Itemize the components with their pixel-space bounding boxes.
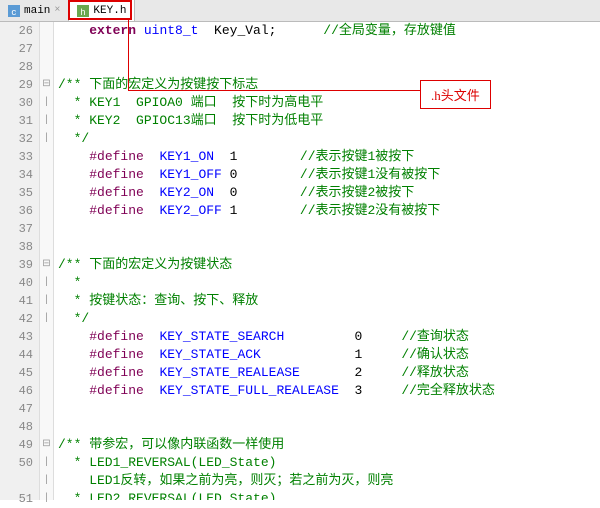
editor-area: 2627282930313233343536373839404142434445… xyxy=(0,22,600,500)
fold-marker xyxy=(40,58,53,76)
fold-marker: | xyxy=(40,292,53,310)
code-line[interactable] xyxy=(58,418,600,436)
line-number: 29 xyxy=(0,76,33,94)
close-icon[interactable]: × xyxy=(54,5,60,16)
line-number xyxy=(0,472,33,490)
svg-text:h: h xyxy=(81,8,86,17)
code-line[interactable]: * KEY1 GPIOA0 端口 按下时为高电平 xyxy=(58,94,600,112)
code-line[interactable]: #define KEY_STATE_FULL_REALEASE 3 //完全释放… xyxy=(58,382,600,400)
line-number: 44 xyxy=(0,346,33,364)
line-number: 27 xyxy=(0,40,33,58)
fold-gutter: ⊟|||⊟|||⊟||| xyxy=(40,22,54,500)
code-line[interactable] xyxy=(58,238,600,256)
callout-text: .h头文件 xyxy=(431,88,480,103)
fold-marker[interactable]: ⊟ xyxy=(40,76,53,94)
fold-marker[interactable]: ⊟ xyxy=(40,436,53,454)
code-line[interactable]: * LED2_REVERSAL(LED_State) xyxy=(58,490,600,500)
fold-marker: | xyxy=(40,94,53,112)
line-number: 39 xyxy=(0,256,33,274)
fold-marker xyxy=(40,418,53,436)
line-number: 37 xyxy=(0,220,33,238)
fold-marker: | xyxy=(40,310,53,328)
code-line[interactable]: #define KEY2_ON 0 //表示按键2被按下 xyxy=(58,184,600,202)
line-number: 42 xyxy=(0,310,33,328)
code-line[interactable]: /** 下面的宏定义为按键状态 xyxy=(58,256,600,274)
code-line[interactable]: * KEY2 GPIOC13端口 按下时为低电平 xyxy=(58,112,600,130)
fold-marker xyxy=(40,346,53,364)
line-number: 28 xyxy=(0,58,33,76)
svg-text:c: c xyxy=(11,8,16,17)
code-line[interactable]: extern uint8_t Key_Val; //全局变量，存放键值 xyxy=(58,22,600,40)
annotation-arrow xyxy=(128,20,129,90)
tab-label: KEY.h xyxy=(93,5,126,17)
line-number: 43 xyxy=(0,328,33,346)
code-line[interactable]: #define KEY_STATE_ACK 1 //确认状态 xyxy=(58,346,600,364)
fold-marker: | xyxy=(40,112,53,130)
code-line[interactable]: #define KEY1_ON 1 //表示按键1被按下 xyxy=(58,148,600,166)
h-file-icon: h xyxy=(77,5,89,17)
line-number: 31 xyxy=(0,112,33,130)
tab-main[interactable]: c main × xyxy=(0,0,69,21)
line-number: 35 xyxy=(0,184,33,202)
code-line[interactable]: /** 下面的宏定义为按键按下标志 xyxy=(58,76,600,94)
code-line[interactable] xyxy=(58,58,600,76)
fold-marker[interactable]: ⊟ xyxy=(40,256,53,274)
fold-marker xyxy=(40,364,53,382)
fold-marker xyxy=(40,202,53,220)
code-line[interactable] xyxy=(58,400,600,418)
tab-key-h[interactable]: h KEY.h xyxy=(69,0,135,21)
fold-marker: | xyxy=(40,454,53,472)
line-number: 38 xyxy=(0,238,33,256)
annotation-arrow xyxy=(128,90,420,91)
line-number: 26 xyxy=(0,22,33,40)
line-number: 46 xyxy=(0,382,33,400)
c-file-icon: c xyxy=(8,5,20,17)
code-line[interactable]: LED1反转，如果之前为亮，则灭；若之前为灭，则亮 xyxy=(58,472,600,490)
code-line[interactable]: * LED1_REVERSAL(LED_State) xyxy=(58,454,600,472)
line-number: 40 xyxy=(0,274,33,292)
fold-marker xyxy=(40,220,53,238)
line-number: 41 xyxy=(0,292,33,310)
code-line[interactable] xyxy=(58,220,600,238)
annotation-callout: .h头文件 xyxy=(420,80,491,109)
tab-bar: c main × h KEY.h xyxy=(0,0,600,22)
tab-label: main xyxy=(24,5,50,17)
fold-marker: | xyxy=(40,130,53,148)
fold-marker xyxy=(40,400,53,418)
code-line[interactable]: #define KEY_STATE_REALEASE 2 //释放状态 xyxy=(58,364,600,382)
line-number: 32 xyxy=(0,130,33,148)
fold-marker: | xyxy=(40,274,53,292)
line-number: 34 xyxy=(0,166,33,184)
line-number-gutter: 2627282930313233343536373839404142434445… xyxy=(0,22,40,500)
code-line[interactable]: */ xyxy=(58,310,600,328)
code-line[interactable]: * xyxy=(58,274,600,292)
code-content[interactable]: extern uint8_t Key_Val; //全局变量，存放键值 /** 下… xyxy=(54,22,600,500)
line-number: 33 xyxy=(0,148,33,166)
fold-marker: | xyxy=(40,490,53,508)
line-number: 51 xyxy=(0,490,33,508)
fold-marker xyxy=(40,238,53,256)
line-number: 49 xyxy=(0,436,33,454)
code-line[interactable]: */ xyxy=(58,130,600,148)
line-number: 30 xyxy=(0,94,33,112)
code-line[interactable] xyxy=(58,40,600,58)
fold-marker xyxy=(40,328,53,346)
fold-marker xyxy=(40,40,53,58)
code-line[interactable]: #define KEY1_OFF 0 //表示按键1没有被按下 xyxy=(58,166,600,184)
code-line[interactable]: /** 带参宏，可以像内联函数一样使用 xyxy=(58,436,600,454)
fold-marker xyxy=(40,166,53,184)
code-line[interactable]: #define KEY_STATE_SEARCH 0 //查询状态 xyxy=(58,328,600,346)
fold-marker xyxy=(40,184,53,202)
line-number: 45 xyxy=(0,364,33,382)
code-line[interactable]: * 按键状态：查询、按下、释放 xyxy=(58,292,600,310)
line-number: 36 xyxy=(0,202,33,220)
code-line[interactable]: #define KEY2_OFF 1 //表示按键2没有被按下 xyxy=(58,202,600,220)
line-number: 50 xyxy=(0,454,33,472)
fold-marker xyxy=(40,148,53,166)
fold-marker xyxy=(40,22,53,40)
fold-marker xyxy=(40,382,53,400)
line-number: 48 xyxy=(0,418,33,436)
line-number: 47 xyxy=(0,400,33,418)
fold-marker: | xyxy=(40,472,53,490)
